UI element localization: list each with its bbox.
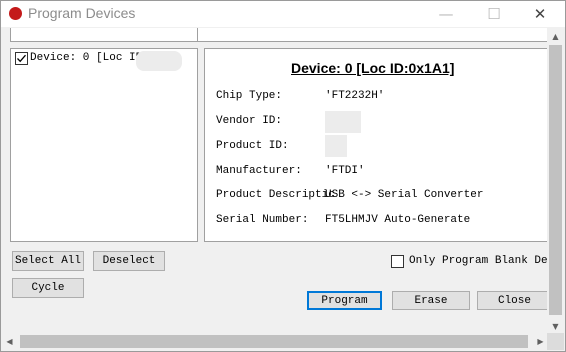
window-title: Program Devices [28,5,136,21]
chip-type-label: Chip Type: [216,90,283,102]
only-blank-checkbox[interactable] [391,255,404,268]
vendor-id-label: Vendor ID: [216,115,283,127]
scroll-up-arrow-icon[interactable]: ▲ [547,28,564,45]
horizontal-scrollbar[interactable]: ◀ ▶ [1,333,549,350]
only-blank-label[interactable]: Only Program Blank Devi [409,255,561,267]
scrollbar-corner [547,333,564,350]
serial-number-label: Serial Number: [216,214,309,226]
serial-number-value: FT5LHMJV Auto-Generate [325,214,471,226]
strip-divider [197,28,198,41]
select-all-button[interactable]: Select All [12,251,84,271]
checkmark-icon [17,54,26,63]
vertical-scrollbar[interactable]: ▲ ▼ [547,28,564,335]
vertical-scroll-thumb[interactable] [549,45,562,315]
horizontal-scroll-thumb[interactable] [20,335,528,348]
minimize-button[interactable]: — [423,1,469,27]
maximize-button[interactable]: ☐ [471,1,517,27]
maximize-icon: ☐ [487,5,501,23]
product-id-label: Product ID: [216,140,289,152]
device-heading: Device: 0 [Loc ID:0x1A1] [291,60,455,76]
cycle-button[interactable]: Cycle [12,278,84,298]
chip-type-value: 'FT2232H' [325,90,385,102]
minimize-icon: — [438,5,454,23]
scroll-left-arrow-icon[interactable]: ◀ [1,333,18,350]
close-icon: ✕ [533,5,547,23]
product-id-redacted [325,135,347,157]
close-button[interactable]: Close [477,291,552,310]
deselect-button[interactable]: Deselect [93,251,165,271]
app-icon [9,7,22,20]
program-button[interactable]: Program [307,291,382,310]
device-list-panel[interactable]: Device: 0 [Loc ID [10,48,198,242]
vendor-id-redacted [325,111,361,133]
device-list-item-label[interactable]: Device: 0 [Loc ID [30,52,142,64]
program-devices-window: Program Devices — ☐ ✕ Device: 0 [Loc ID … [0,0,566,352]
manufacturer-label: Manufacturer: [216,165,302,177]
product-description-value: USB <-> Serial Converter [325,189,484,201]
close-window-button[interactable]: ✕ [517,1,563,27]
redacted-region [136,51,182,71]
title-bar[interactable]: Program Devices — ☐ ✕ [1,1,565,27]
manufacturer-value: 'FTDI' [325,165,365,177]
device-checkbox[interactable] [15,52,28,65]
erase-button[interactable]: Erase [392,291,470,310]
product-description-label: Product Descriptic [216,189,335,201]
top-strip [10,28,550,42]
